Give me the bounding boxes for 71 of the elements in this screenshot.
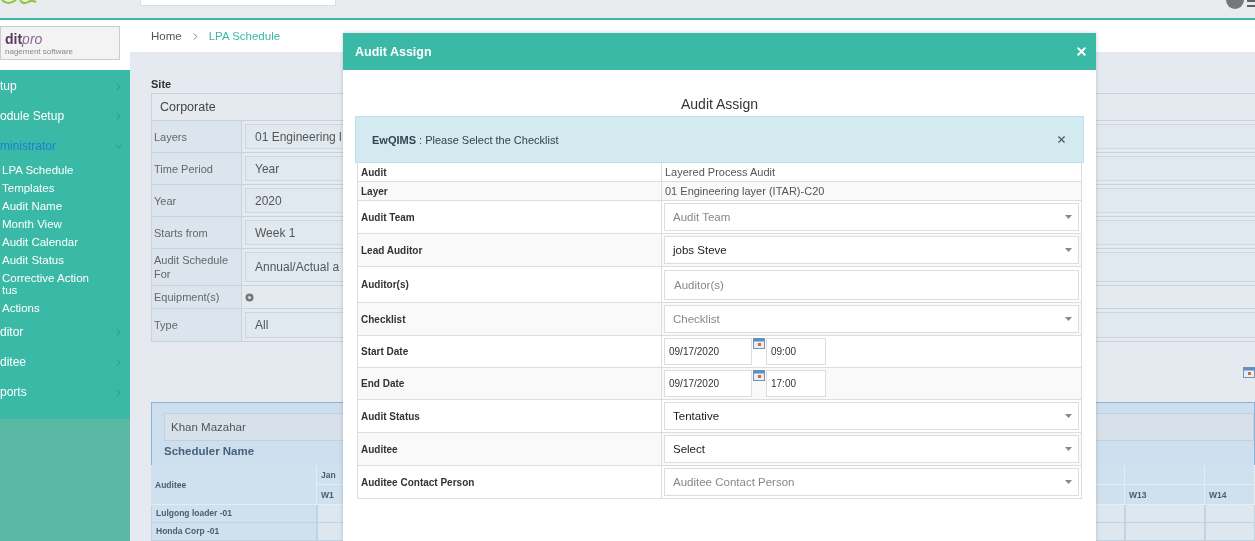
sidebar-subitem[interactable]: Month View xyxy=(0,215,104,233)
date-field[interactable]: 09/17/2020 xyxy=(664,338,752,365)
dropdown[interactable]: Checklist xyxy=(664,305,1079,333)
site-label: Site xyxy=(151,78,173,90)
filter-label: Starts from xyxy=(152,217,242,248)
week-header: W14 xyxy=(1205,485,1255,505)
calendar-icon[interactable] xyxy=(753,370,765,381)
table-cell xyxy=(1205,523,1255,541)
sidebar-subitem[interactable]: Actions xyxy=(0,299,104,317)
calendar-icon[interactable] xyxy=(1243,366,1255,378)
sidebar-item[interactable]: odule Setup xyxy=(0,101,130,131)
field-label: Audit Team xyxy=(358,201,662,233)
week-header: W13 xyxy=(1125,485,1205,505)
field-label: Auditee xyxy=(358,433,662,465)
alert-text: EwQIMS : Please Select the Checklist xyxy=(372,133,559,146)
caret-icon xyxy=(1065,414,1072,418)
breadcrumb-link[interactable]: Home xyxy=(151,30,182,42)
sidebar-subitem[interactable]: Templates xyxy=(0,179,104,197)
dialog-title: Audit Assign xyxy=(355,44,432,59)
dialog-heading: Audit Assign xyxy=(680,96,759,112)
dropdown[interactable]: Select xyxy=(664,435,1079,463)
sidebar-subitem[interactable]: Corrective Action tus xyxy=(0,269,104,299)
field-label: Start Date xyxy=(358,336,662,367)
dropdown[interactable]: jobs Steve xyxy=(664,236,1079,264)
column-header: Auditee xyxy=(151,465,317,505)
field-label: Auditee Contact Person xyxy=(358,466,662,498)
filter-label: Audit Schedule For xyxy=(152,249,242,285)
time-field[interactable]: 09:00 xyxy=(766,338,826,365)
field-label: Auditor(s) xyxy=(358,267,662,302)
field-label: Lead Auditor xyxy=(358,234,662,266)
menu-icon[interactable] xyxy=(1247,0,1255,8)
sidebar-item[interactable]: ditee xyxy=(0,347,130,377)
caret-icon xyxy=(1065,317,1072,321)
sidebar-item[interactable]: tup xyxy=(0,71,130,101)
dropdown[interactable]: Audit Team xyxy=(664,203,1079,231)
field-value: Layered Process Audit xyxy=(664,166,776,178)
filter-label: Time Period xyxy=(152,153,242,184)
filter-label: Type xyxy=(152,309,242,341)
dropdown[interactable]: Auditee Contact Person xyxy=(664,468,1079,496)
close-icon[interactable] xyxy=(1056,134,1067,145)
auditee-cell: Honda Corp -01 xyxy=(151,523,317,541)
caret-icon xyxy=(1065,447,1072,451)
gear-icon[interactable] xyxy=(245,292,254,302)
text-field[interactable]: Auditor(s) xyxy=(664,269,1079,300)
field-label: End Date xyxy=(358,368,662,399)
field-label: Audit xyxy=(358,163,662,181)
time-field[interactable]: 17:00 xyxy=(766,370,826,397)
filter-label: Equipment(s) xyxy=(152,286,242,308)
scheduler-label: Scheduler Name xyxy=(164,445,255,457)
sidebar-subitem[interactable]: Audit Status xyxy=(0,251,104,269)
field-label: Audit Status xyxy=(358,400,662,432)
sidebar-item[interactable]: ministrator xyxy=(0,131,130,161)
filter-label: Year xyxy=(152,185,242,216)
date-field[interactable]: 09/17/2020 xyxy=(664,370,752,397)
dropdown[interactable]: Tentative xyxy=(664,402,1079,430)
auditee-cell: Lulgong loader -01 xyxy=(151,505,317,523)
search-field[interactable] xyxy=(140,0,336,6)
filter-label: Layers xyxy=(152,121,242,152)
field-label: Checklist xyxy=(358,303,662,335)
logo: ditpro nagement software xyxy=(0,26,120,60)
table-cell xyxy=(1205,505,1255,523)
sidebar-item[interactable]: ditor xyxy=(0,317,130,347)
sidebar-subitem[interactable]: LPA Schedule xyxy=(0,161,104,179)
breadcrumb-link[interactable]: LPA Schedule xyxy=(208,30,281,42)
sidebar-subitem[interactable]: Audit Name xyxy=(0,197,104,215)
calendar-icon[interactable] xyxy=(753,338,765,349)
field-label: Layer xyxy=(358,182,662,200)
field-value: 01 Engineering layer (ITAR)-C20 xyxy=(664,185,825,197)
avatar-icon[interactable] xyxy=(1225,0,1245,9)
sidebar-subitem[interactable]: Audit Calendar xyxy=(0,233,104,251)
sidebar-item[interactable]: ports xyxy=(0,377,130,407)
